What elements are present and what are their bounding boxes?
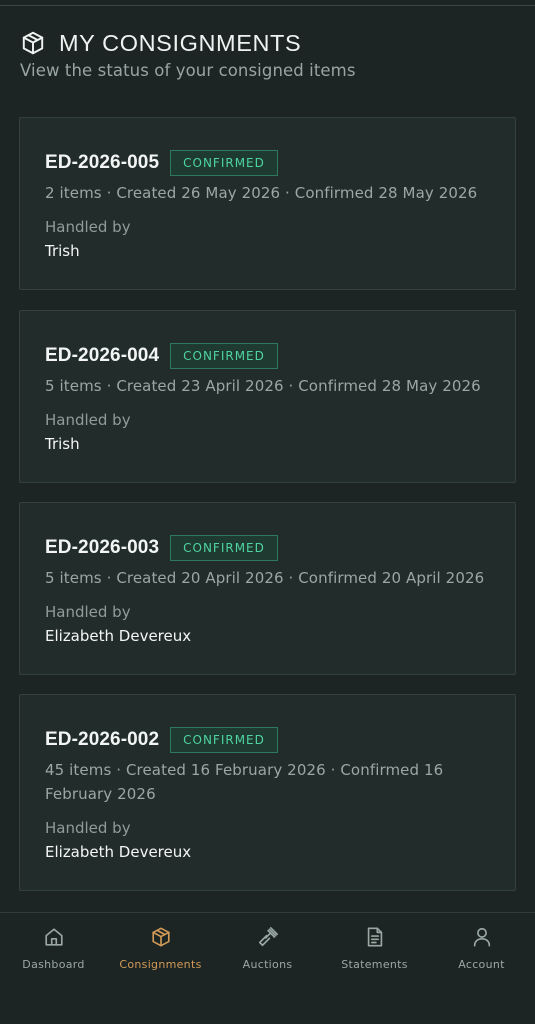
title-row: MY CONSIGNMENTS — [20, 28, 520, 58]
package-icon — [150, 926, 172, 948]
handler-name: Trish — [45, 435, 80, 453]
nav-item-consignments[interactable]: Consignments — [107, 926, 214, 971]
bottom-nav: Dashboard Consignments Auctions Statemen… — [0, 912, 535, 1024]
consignment-ref: ED-2026-004 — [45, 345, 160, 366]
consignment-meta: 45 items · Created 16 February 2026 · Co… — [45, 758, 495, 806]
card-header: ED-2026-002 CONFIRMED — [45, 727, 495, 753]
status-badge: CONFIRMED — [170, 727, 278, 753]
card-header: ED-2026-005 CONFIRMED — [45, 150, 495, 176]
card-content: ED-2026-003 CONFIRMED 5 items · Created … — [45, 535, 495, 648]
consignment-card[interactable]: ED-2026-004 CONFIRMED 5 items · Created … — [19, 310, 516, 483]
consignments-screen: MY CONSIGNMENTS View the status of your … — [0, 0, 535, 1024]
handled-by-label: Handled by — [45, 603, 131, 621]
document-icon — [364, 926, 386, 948]
status-badge: CONFIRMED — [170, 535, 278, 561]
page-title: MY CONSIGNMENTS — [59, 29, 302, 56]
handler-name: Elizabeth Devereux — [45, 843, 192, 861]
consignment-card[interactable]: ED-2026-002 CONFIRMED 45 items · Created… — [19, 694, 516, 891]
gavel-icon — [257, 926, 279, 948]
card-content: ED-2026-004 CONFIRMED 5 items · Created … — [45, 343, 495, 456]
handler-name: Trish — [45, 242, 80, 260]
handled-by-label: Handled by — [45, 411, 131, 429]
nav-item-statements[interactable]: Statements — [321, 926, 428, 971]
nav-label: Auctions — [242, 958, 293, 971]
card-content: ED-2026-005 CONFIRMED 2 items · Created … — [45, 150, 495, 263]
consignment-ref: ED-2026-003 — [45, 537, 160, 558]
handled-by-label: Handled by — [45, 218, 131, 236]
consignment-meta-line: 45 items · Created 16 February 2026 · Co… — [45, 761, 444, 779]
nav-item-dashboard[interactable]: Dashboard — [0, 926, 107, 971]
consignment-ref: ED-2026-002 — [45, 729, 160, 750]
status-badge: CONFIRMED — [170, 343, 278, 369]
nav-label: Consignments — [119, 958, 202, 971]
status-badge: CONFIRMED — [170, 150, 278, 176]
consignment-meta: 5 items · Created 20 April 2026 · Confir… — [45, 569, 485, 587]
handled-by-label: Handled by — [45, 819, 131, 837]
nav-item-account[interactable]: Account — [428, 926, 535, 971]
nav-label: Account — [458, 958, 505, 971]
home-icon — [43, 926, 65, 948]
handler-name: Elizabeth Devereux — [45, 627, 192, 645]
card-content: ED-2026-002 CONFIRMED 45 items · Created… — [45, 727, 495, 864]
consignment-card[interactable]: ED-2026-003 CONFIRMED 5 items · Created … — [19, 502, 516, 675]
page-subtitle: View the status of your consigned items — [20, 61, 356, 80]
card-header: ED-2026-003 CONFIRMED — [45, 535, 495, 561]
nav-item-auctions[interactable]: Auctions — [214, 926, 321, 971]
consignment-meta: 2 items · Created 26 May 2026 · Confirme… — [45, 184, 478, 202]
consignment-card[interactable]: ED-2026-005 CONFIRMED 2 items · Created … — [19, 117, 516, 290]
user-icon — [471, 926, 493, 948]
nav-label: Statements — [341, 958, 408, 971]
consignment-ref: ED-2026-005 — [45, 152, 160, 173]
consignment-meta: 5 items · Created 23 April 2026 · Confir… — [45, 377, 481, 395]
card-header: ED-2026-004 CONFIRMED — [45, 343, 495, 369]
consignment-meta-line: February 2026 — [45, 785, 156, 803]
top-divider — [0, 5, 535, 6]
package-icon — [20, 30, 46, 56]
page-header: MY CONSIGNMENTS View the status of your … — [20, 28, 520, 81]
nav-label: Dashboard — [22, 958, 85, 971]
